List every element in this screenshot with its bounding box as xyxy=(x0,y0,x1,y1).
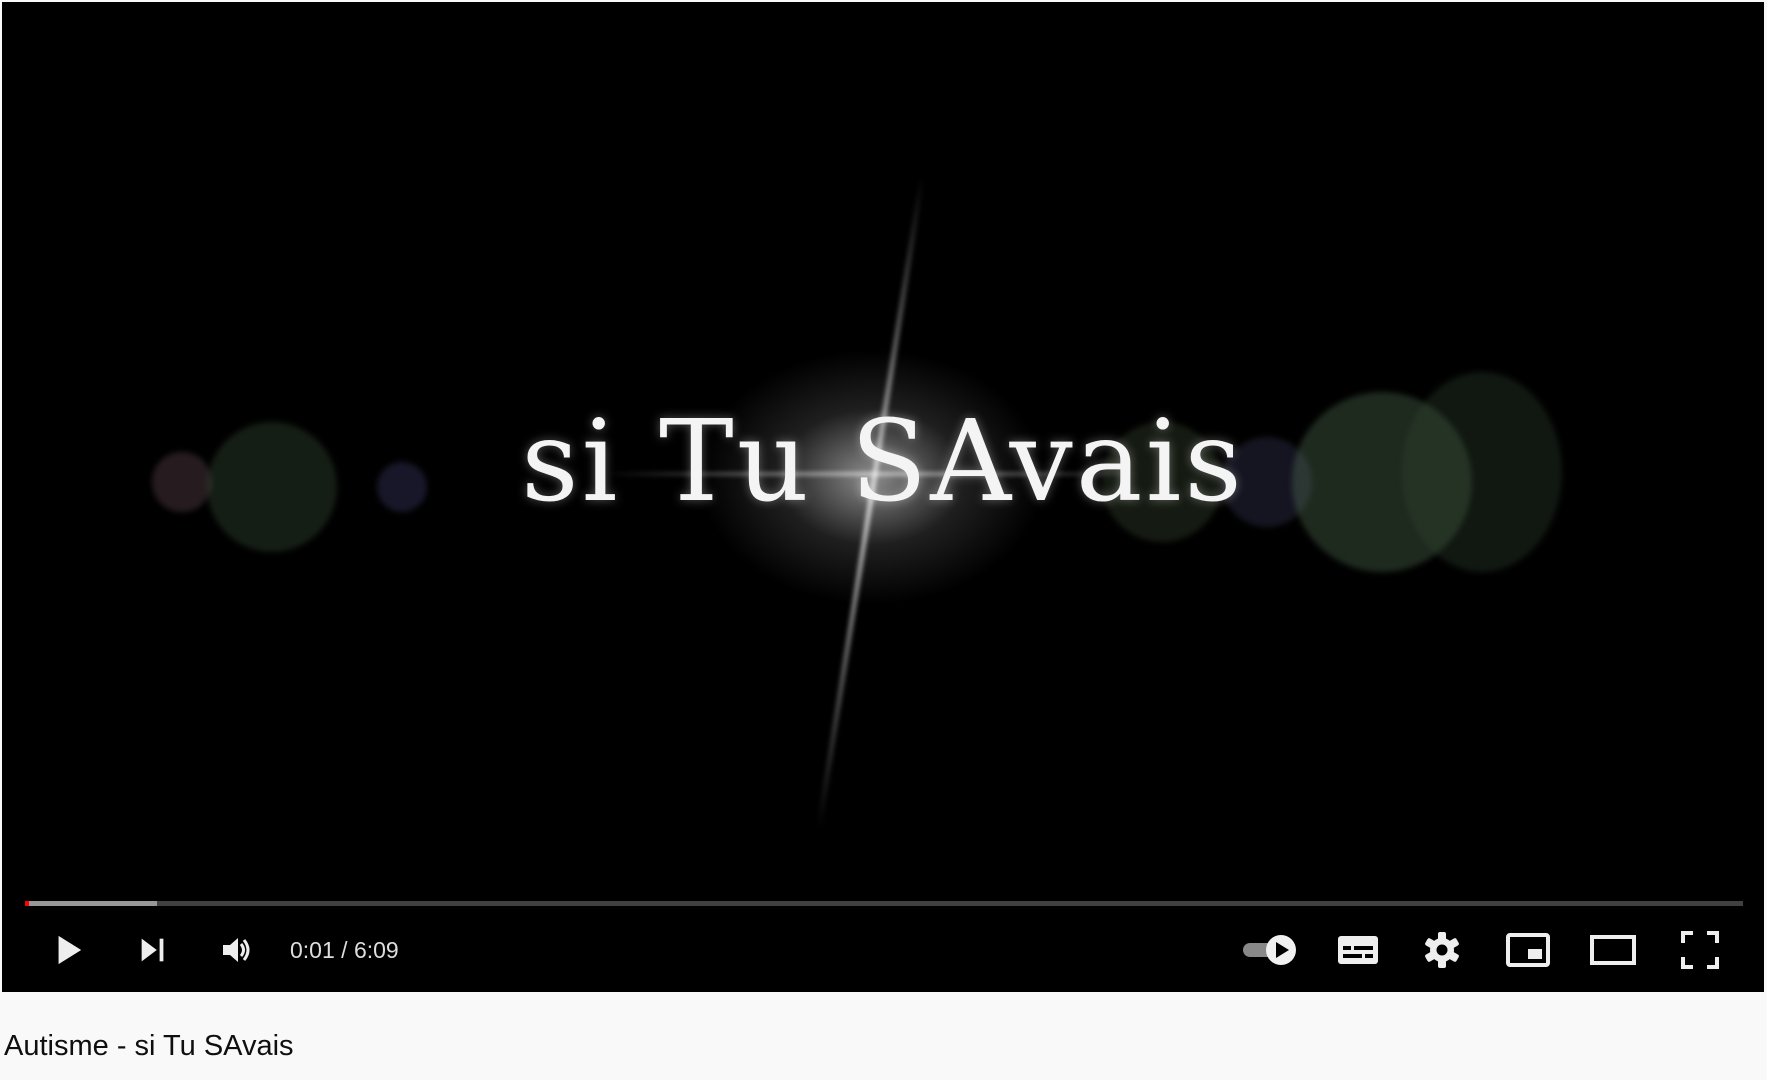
theater-mode-button[interactable] xyxy=(1583,920,1643,980)
video-player[interactable]: si Tu SAvais 0:01 / 6:09 xyxy=(2,2,1764,992)
theater-mode-icon xyxy=(1590,935,1636,965)
time-separator: / xyxy=(334,937,354,963)
next-button[interactable] xyxy=(123,920,183,980)
duration: 6:09 xyxy=(353,937,399,963)
subtitles-button[interactable] xyxy=(1328,920,1388,980)
miniplayer-button[interactable] xyxy=(1498,920,1558,980)
volume-icon xyxy=(219,932,255,968)
progress-played xyxy=(25,901,29,906)
settings-button[interactable] xyxy=(1412,920,1472,980)
settings-gear-icon xyxy=(1422,930,1462,970)
play-button[interactable] xyxy=(38,920,98,980)
fullscreen-button[interactable] xyxy=(1670,920,1730,980)
fullscreen-icon xyxy=(1681,931,1719,969)
play-icon xyxy=(51,933,85,967)
volume-button[interactable] xyxy=(207,920,267,980)
subtitles-icon xyxy=(1337,933,1379,967)
player-controls: 0:01 / 6:09 xyxy=(2,920,1764,980)
progress-buffered xyxy=(25,901,157,906)
current-time: 0:01 xyxy=(290,937,335,963)
video-overlay-title: si Tu SAvais xyxy=(521,397,1245,527)
next-icon xyxy=(136,933,170,967)
video-title: Autisme - si Tu SAvais xyxy=(4,1030,294,1062)
progress-bar[interactable] xyxy=(25,901,1743,906)
autoplay-toggle[interactable] xyxy=(1239,920,1303,980)
time-display: 0:01 / 6:09 xyxy=(290,920,399,980)
autoplay-toggle-icon xyxy=(1241,933,1301,967)
miniplayer-icon xyxy=(1506,933,1550,967)
video-frame[interactable]: si Tu SAvais xyxy=(2,2,1764,992)
